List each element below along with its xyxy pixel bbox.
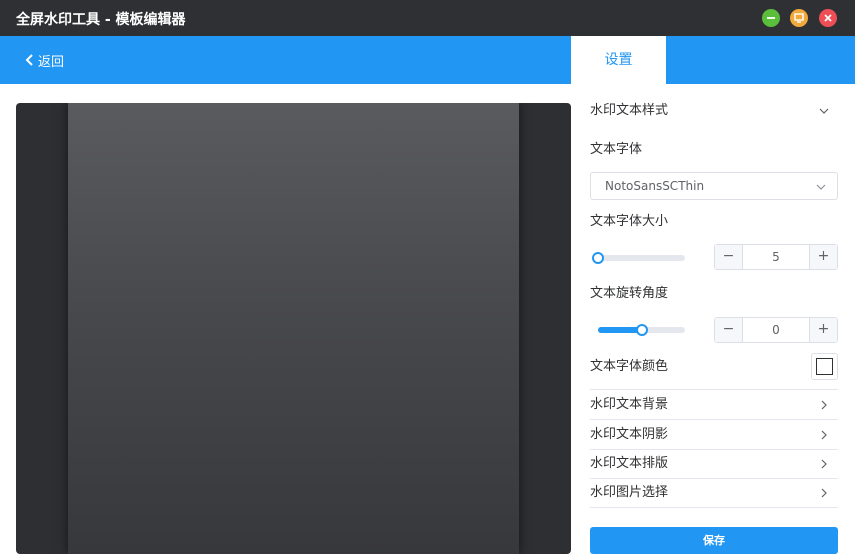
preview-canvas[interactable] [68, 103, 519, 554]
section-label: 水印文本阴影 [590, 427, 669, 442]
minimize-button[interactable] [762, 9, 780, 27]
minimize-icon [767, 17, 775, 19]
tab-settings[interactable]: 设置 [571, 36, 666, 84]
chevron-right-icon [821, 488, 827, 498]
back-label: 返回 [38, 54, 65, 70]
chevron-right-icon [821, 400, 827, 410]
slider-fill [598, 327, 642, 333]
section-text-style[interactable]: 水印文本样式 [590, 96, 838, 126]
nav-bar: 返回 设置 [0, 36, 855, 84]
slider-handle[interactable] [592, 252, 604, 264]
chevron-left-icon [25, 54, 33, 66]
window-title: 全屏水印工具 - 模板编辑器 [16, 12, 186, 28]
rotation-slider[interactable] [598, 324, 685, 336]
close-button[interactable] [819, 9, 837, 27]
font-select[interactable]: NotoSansSCThin [590, 172, 838, 200]
font-size-stepper[interactable]: − 5 + [714, 244, 838, 270]
maximize-button[interactable] [790, 9, 808, 27]
increment-button[interactable]: + [809, 318, 837, 342]
back-button[interactable]: 返回 [24, 51, 65, 70]
chevron-right-icon [821, 459, 827, 469]
font-size-value[interactable]: 5 [743, 245, 809, 269]
font-size-label: 文本字体大小 [590, 214, 669, 229]
rotation-value[interactable]: 0 [743, 318, 809, 342]
increment-button[interactable]: + [809, 245, 837, 269]
save-button[interactable]: 保存 [590, 527, 838, 554]
section-image-select[interactable]: 水印图片选择 [590, 478, 838, 508]
color-swatch [816, 358, 833, 375]
decrement-button[interactable]: − [715, 318, 743, 342]
section-text-layout[interactable]: 水印文本排版 [590, 449, 838, 479]
chevron-right-icon [821, 430, 827, 440]
decrement-button[interactable]: − [715, 245, 743, 269]
title-bar: 全屏水印工具 - 模板编辑器 [0, 0, 855, 36]
rotation-stepper[interactable]: − 0 + [714, 317, 838, 343]
rotation-label: 文本旋转角度 [590, 286, 669, 301]
color-picker[interactable] [811, 353, 838, 380]
section-label: 水印文本背景 [590, 397, 669, 412]
section-label: 水印图片选择 [590, 485, 669, 500]
slider-handle[interactable] [635, 324, 648, 336]
section-text-background[interactable]: 水印文本背景 [590, 390, 838, 420]
chevron-down-icon [819, 108, 829, 114]
close-icon [824, 14, 832, 22]
preview-area [16, 103, 571, 554]
section-text-style-label: 水印文本样式 [590, 103, 669, 118]
section-text-shadow[interactable]: 水印文本阴影 [590, 420, 838, 450]
color-label: 文本字体颜色 [590, 359, 669, 374]
font-size-slider[interactable] [592, 252, 685, 264]
maximize-icon [794, 13, 804, 23]
font-select-value: NotoSansSCThin [605, 179, 705, 193]
font-label: 文本字体 [590, 142, 643, 157]
section-label: 水印文本排版 [590, 456, 669, 471]
chevron-down-icon [816, 184, 826, 190]
settings-panel: 水印文本样式 文本字体 NotoSansSCThin 文本字体大小 − 5 + … [590, 96, 838, 556]
